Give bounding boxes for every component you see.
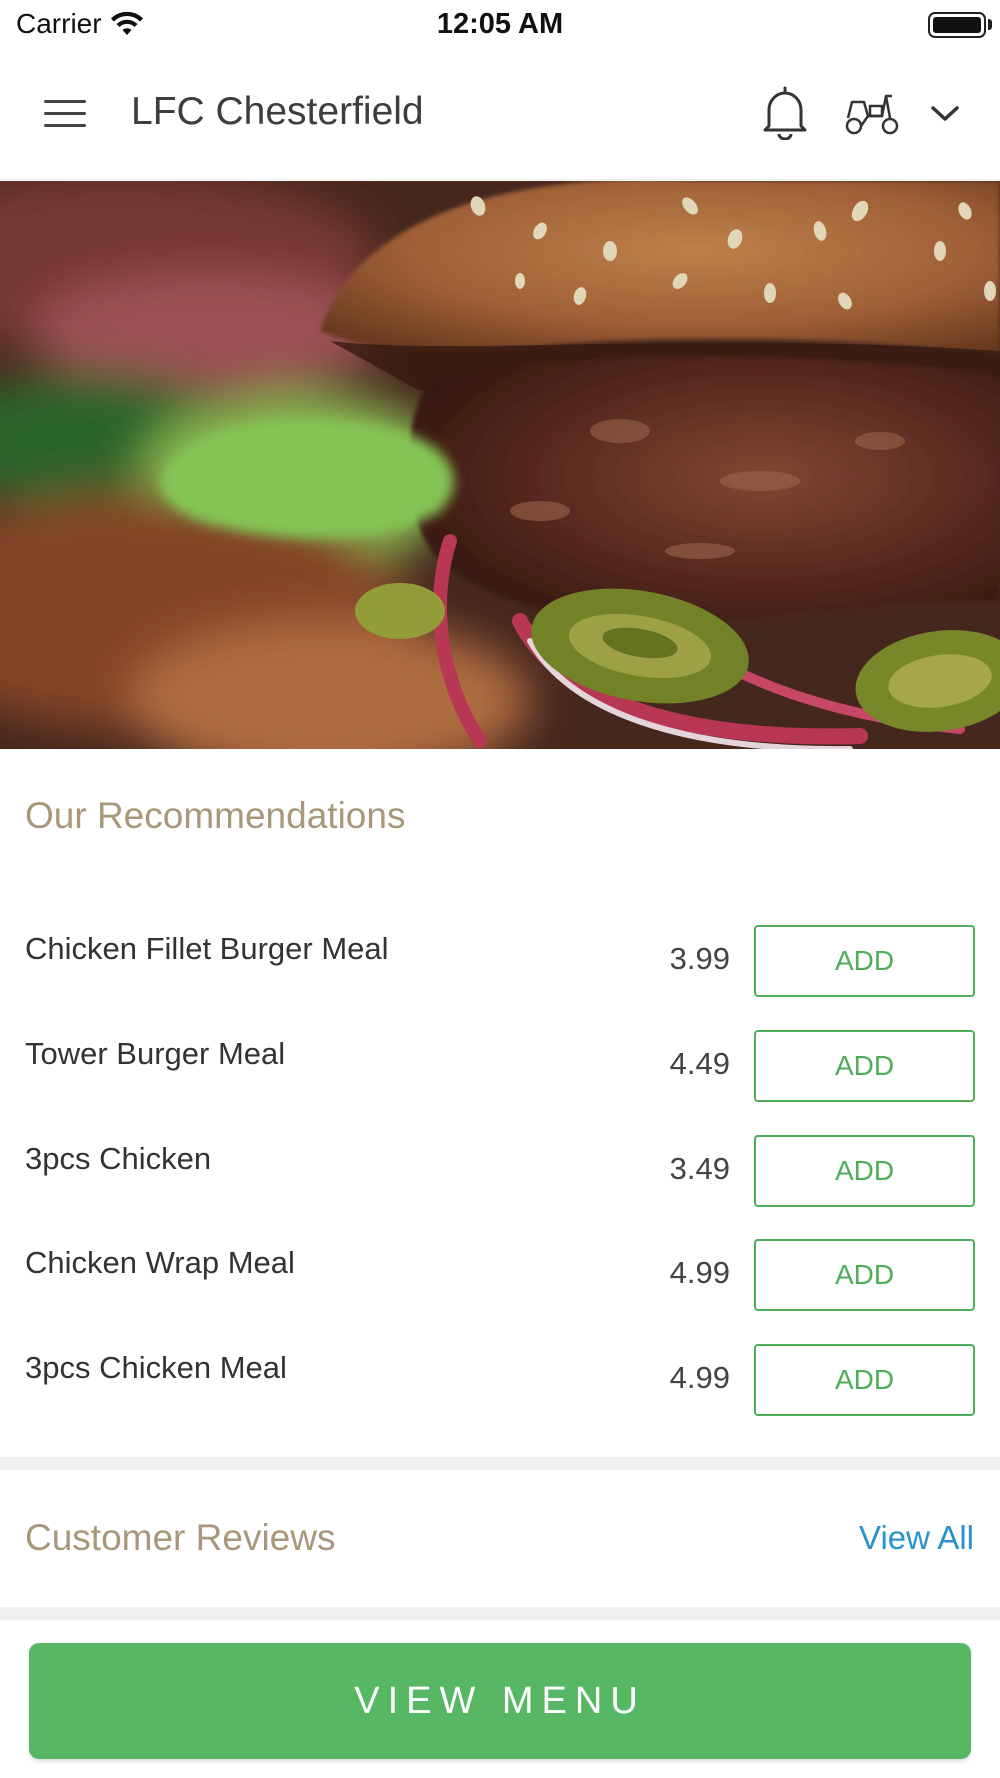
battery-fill: [933, 17, 981, 33]
add-button[interactable]: ADD: [754, 925, 975, 997]
add-button[interactable]: ADD: [754, 1135, 975, 1207]
add-button[interactable]: ADD: [754, 1344, 975, 1416]
item-name: 3pcs Chicken: [25, 1141, 212, 1176]
battery-tip: [988, 19, 992, 30]
battery-icon: [928, 12, 986, 38]
chevron-down-icon[interactable]: [928, 100, 962, 126]
item-name: 3pcs Chicken Meal: [25, 1350, 287, 1385]
reviews-heading: Customer Reviews: [25, 1517, 336, 1558]
restaurant-title: LFC Chesterfield: [131, 90, 424, 133]
view-all-link[interactable]: View All: [859, 1519, 974, 1557]
item-price: 4.49: [669, 1046, 730, 1081]
item-name: Tower Burger Meal: [25, 1036, 286, 1071]
view-menu-button[interactable]: VIEW MENU: [29, 1643, 971, 1759]
list-item: Chicken Wrap Meal 4.99 ADD: [0, 1239, 1000, 1343]
item-price: 4.99: [669, 1360, 730, 1395]
status-bar: Carrier 12:05 AM: [0, 0, 1000, 48]
item-price: 3.49: [669, 1151, 730, 1186]
item-price: 4.99: [669, 1255, 730, 1290]
hero-burger-image: [0, 181, 1000, 749]
add-button[interactable]: ADD: [754, 1030, 975, 1102]
item-name: Chicken Fillet Burger Meal: [25, 931, 389, 966]
section-divider: [0, 1607, 1000, 1620]
list-item: Tower Burger Meal 4.49 ADD: [0, 1030, 1000, 1134]
add-button[interactable]: ADD: [754, 1239, 975, 1311]
menu-icon[interactable]: [44, 100, 86, 128]
app-header: LFC Chesterfield: [0, 48, 1000, 180]
list-item: Chicken Fillet Burger Meal 3.99 ADD: [0, 925, 1000, 1029]
item-name: Chicken Wrap Meal: [25, 1245, 295, 1280]
status-time: 12:05 AM: [436, 8, 564, 40]
section-divider: [0, 1457, 1000, 1470]
scooter-icon[interactable]: [842, 88, 902, 138]
recommendations-heading: Our Recommendations: [25, 795, 406, 836]
item-price: 3.99: [669, 941, 730, 976]
list-item: 3pcs Chicken 3.49 ADD: [0, 1135, 1000, 1239]
bell-icon[interactable]: [760, 84, 810, 140]
list-item: 3pcs Chicken Meal 4.99 ADD: [0, 1344, 1000, 1448]
